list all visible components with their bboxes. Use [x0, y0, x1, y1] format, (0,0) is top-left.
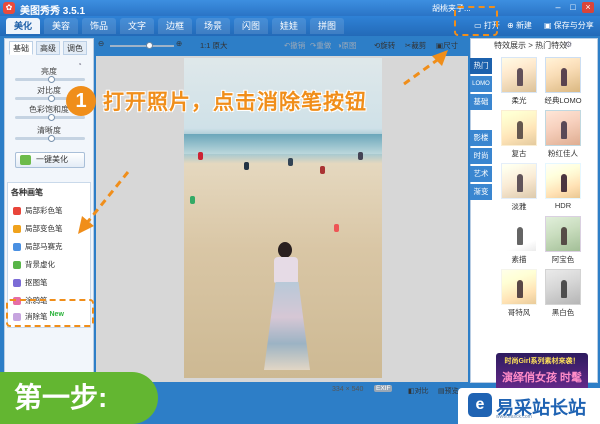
step-number-badge: 1 [66, 86, 96, 116]
arrowhead-icon [78, 216, 94, 234]
watermark-url: www.easck.com [496, 414, 532, 420]
arrow-to-eraser [84, 171, 130, 225]
arrow-to-open [403, 56, 441, 86]
watermark-logo-icon: e [468, 393, 492, 417]
step-banner: 第一步: [0, 372, 158, 424]
annotation-arrows [78, 50, 448, 234]
instruction-text: 打开照片，点击消除笔按钮 [103, 91, 367, 114]
